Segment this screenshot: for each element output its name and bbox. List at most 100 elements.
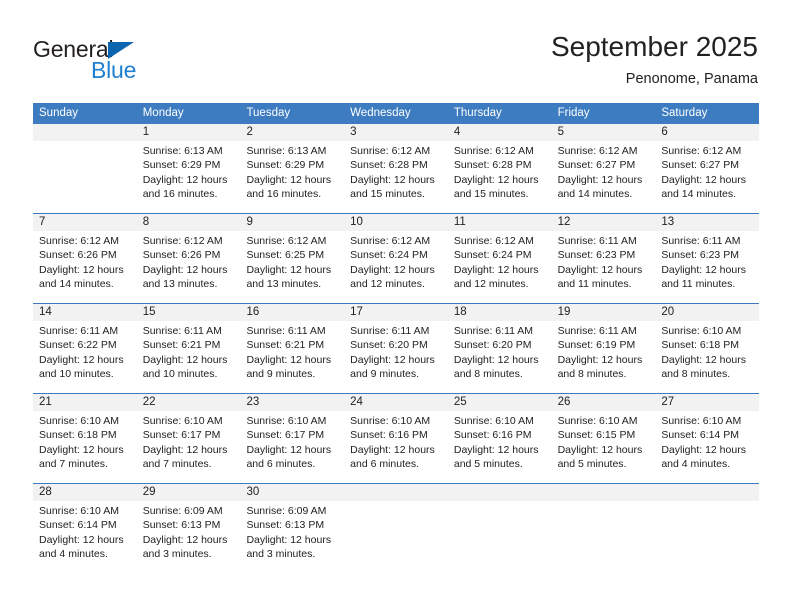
day-cell[interactable]: Sunrise: 6:10 AM Sunset: 6:14 PM Daylight:… bbox=[33, 501, 137, 573]
day-cell[interactable]: Sunrise: 6:11 AM Sunset: 6:23 PM Daylight:… bbox=[655, 231, 759, 303]
day-number[interactable]: 16 bbox=[240, 304, 344, 321]
day-number[interactable]: 26 bbox=[552, 394, 656, 411]
day-detail-line: and 14 minutes. bbox=[557, 188, 633, 201]
day-cell[interactable]: Sunrise: 6:10 AM Sunset: 6:17 PM Daylight:… bbox=[240, 411, 344, 483]
day-cell[interactable]: Sunrise: 6:11 AM Sunset: 6:19 PM Daylight:… bbox=[552, 321, 656, 393]
day-cell[interactable]: Sunrise: 6:11 AM Sunset: 6:20 PM Daylight:… bbox=[344, 321, 448, 393]
day-number[interactable]: 18 bbox=[448, 304, 552, 321]
day-detail-line: Sunrise: 6:12 AM bbox=[453, 235, 534, 247]
day-detail-line: Daylight: 12 hours bbox=[142, 173, 228, 186]
day-number[interactable]: 24 bbox=[344, 394, 448, 411]
day-detail-line: Daylight: 12 hours bbox=[142, 443, 228, 456]
day-number[interactable]: 10 bbox=[344, 214, 448, 231]
general-blue-logo[interactable]: General Blue bbox=[33, 36, 213, 86]
weekday-header-wednesday: Wednesday bbox=[350, 107, 411, 119]
day-cell[interactable]: Sunrise: 6:12 AM Sunset: 6:27 PM Daylight:… bbox=[552, 141, 656, 213]
day-detail-line: Daylight: 12 hours bbox=[557, 263, 643, 276]
day-detail-line: Daylight: 12 hours bbox=[142, 263, 228, 276]
day-cell[interactable]: Sunrise: 6:10 AM Sunset: 6:18 PM Daylight:… bbox=[655, 321, 759, 393]
logo-text-blue: Blue bbox=[91, 57, 137, 83]
day-cell[interactable]: Sunrise: 6:12 AM Sunset: 6:26 PM Daylight:… bbox=[33, 231, 137, 303]
day-number[interactable]: 25 bbox=[448, 394, 552, 411]
day-detail-line: Daylight: 12 hours bbox=[453, 443, 539, 456]
weekday-header-thursday: Thursday bbox=[453, 107, 502, 119]
day-cell[interactable]: Sunrise: 6:10 AM Sunset: 6:16 PM Daylight:… bbox=[344, 411, 448, 483]
day-detail-line: Sunset: 6:28 PM bbox=[350, 159, 428, 172]
day-detail-line: Sunrise: 6:10 AM bbox=[661, 325, 742, 337]
day-cell[interactable]: Sunrise: 6:10 AM Sunset: 6:16 PM Daylight:… bbox=[448, 411, 552, 483]
day-cell[interactable]: Sunrise: 6:12 AM Sunset: 6:28 PM Daylight:… bbox=[344, 141, 448, 213]
day-cell[interactable]: Sunrise: 6:10 AM Sunset: 6:17 PM Daylight:… bbox=[137, 411, 241, 483]
day-number[interactable]: 20 bbox=[655, 304, 759, 321]
day-cell[interactable]: Sunrise: 6:12 AM Sunset: 6:26 PM Daylight:… bbox=[137, 231, 241, 303]
day-cell[interactable]: Sunrise: 6:11 AM Sunset: 6:20 PM Daylight:… bbox=[448, 321, 552, 393]
day-cell[interactable]: Sunrise: 6:11 AM Sunset: 6:22 PM Daylight:… bbox=[33, 321, 137, 393]
day-number[interactable]: 4 bbox=[448, 124, 552, 141]
day-cell-empty bbox=[344, 501, 448, 573]
day-cell[interactable]: Sunrise: 6:10 AM Sunset: 6:15 PM Daylight:… bbox=[552, 411, 656, 483]
day-number[interactable]: 7 bbox=[33, 214, 137, 231]
day-detail-line: and 5 minutes. bbox=[453, 458, 523, 471]
day-number[interactable]: 27 bbox=[655, 394, 759, 411]
day-detail-line: Sunrise: 6:10 AM bbox=[39, 415, 119, 427]
day-number[interactable]: 9 bbox=[240, 214, 344, 231]
day-number[interactable]: 3 bbox=[344, 124, 448, 141]
week-day-numbers: 28 29 30 bbox=[33, 484, 759, 501]
day-number[interactable]: 23 bbox=[240, 394, 344, 411]
day-cell[interactable]: Sunrise: 6:10 AM Sunset: 6:18 PM Daylight:… bbox=[33, 411, 137, 483]
day-cell[interactable]: Sunrise: 6:12 AM Sunset: 6:27 PM Daylight:… bbox=[655, 141, 759, 213]
day-number[interactable]: 2 bbox=[240, 124, 344, 141]
day-number[interactable]: 8 bbox=[137, 214, 241, 231]
day-detail-line: and 6 minutes. bbox=[246, 458, 316, 471]
day-cell[interactable]: Sunrise: 6:11 AM Sunset: 6:21 PM Daylight:… bbox=[240, 321, 344, 393]
day-detail-line: Daylight: 12 hours bbox=[453, 173, 539, 186]
day-cell[interactable]: Sunrise: 6:11 AM Sunset: 6:23 PM Daylight:… bbox=[552, 231, 656, 303]
day-cell[interactable]: Sunrise: 6:12 AM Sunset: 6:24 PM Daylight:… bbox=[448, 231, 552, 303]
day-detail-line: Sunset: 6:23 PM bbox=[661, 249, 739, 262]
day-detail-line: Sunset: 6:24 PM bbox=[350, 249, 428, 262]
day-number[interactable]: 6 bbox=[655, 124, 759, 141]
day-cell[interactable]: Sunrise: 6:09 AM Sunset: 6:13 PM Daylight:… bbox=[137, 501, 241, 573]
day-cell[interactable]: Sunrise: 6:09 AM Sunset: 6:13 PM Daylight:… bbox=[240, 501, 344, 573]
day-detail-line: Daylight: 12 hours bbox=[661, 353, 746, 366]
day-detail-line: Sunrise: 6:12 AM bbox=[39, 235, 119, 247]
day-number[interactable]: 19 bbox=[552, 304, 656, 321]
day-detail-line: and 15 minutes. bbox=[350, 188, 425, 201]
day-cell-empty bbox=[552, 501, 656, 573]
day-detail-line: Sunrise: 6:11 AM bbox=[39, 325, 119, 337]
day-number[interactable]: 22 bbox=[137, 394, 241, 411]
calendar-week-row: 14 15 16 17 18 19 20 Sunrise: 6:11 AM Sunset: 6:… bbox=[33, 303, 759, 393]
day-detail-line: Sunrise: 6:11 AM bbox=[350, 325, 430, 337]
day-detail-line: Sunrise: 6:11 AM bbox=[557, 235, 637, 247]
day-cell[interactable]: Sunrise: 6:11 AM Sunset: 6:21 PM Daylight:… bbox=[137, 321, 241, 393]
day-cell[interactable]: Sunrise: 6:10 AM Sunset: 6:14 PM Daylight:… bbox=[655, 411, 759, 483]
day-detail-line: Sunset: 6:15 PM bbox=[557, 429, 636, 442]
day-cell[interactable]: Sunrise: 6:12 AM Sunset: 6:28 PM Daylight:… bbox=[448, 141, 552, 213]
day-number[interactable]: 29 bbox=[137, 484, 241, 501]
day-detail-line: Sunrise: 6:10 AM bbox=[142, 415, 223, 427]
day-number[interactable]: 30 bbox=[240, 484, 344, 501]
day-cell[interactable]: Sunrise: 6:12 AM Sunset: 6:24 PM Daylight:… bbox=[344, 231, 448, 303]
day-cell[interactable]: Sunrise: 6:13 AM Sunset: 6:29 PM Daylight:… bbox=[137, 141, 241, 213]
day-detail-line: Sunrise: 6:10 AM bbox=[453, 415, 534, 427]
page-header: General Blue September 2025 Penonome, Pa… bbox=[0, 0, 792, 103]
day-detail-line: and 6 minutes. bbox=[350, 458, 420, 471]
day-detail-line: and 8 minutes. bbox=[453, 368, 523, 381]
day-detail-line: Sunset: 6:27 PM bbox=[557, 159, 636, 172]
day-cell[interactable]: Sunrise: 6:13 AM Sunset: 6:29 PM Daylight:… bbox=[240, 141, 344, 213]
day-number[interactable]: 1 bbox=[137, 124, 241, 141]
day-detail-line: and 11 minutes. bbox=[661, 278, 736, 291]
day-number[interactable]: 28 bbox=[33, 484, 137, 501]
day-number[interactable]: 13 bbox=[655, 214, 759, 231]
day-detail-line: Sunset: 6:28 PM bbox=[453, 159, 532, 172]
day-detail-line: Sunrise: 6:12 AM bbox=[350, 145, 431, 157]
day-number[interactable]: 15 bbox=[137, 304, 241, 321]
day-number[interactable]: 14 bbox=[33, 304, 137, 321]
day-number[interactable]: 5 bbox=[552, 124, 656, 141]
day-number[interactable]: 11 bbox=[448, 214, 552, 231]
day-number[interactable]: 21 bbox=[33, 394, 137, 411]
day-number[interactable]: 12 bbox=[552, 214, 656, 231]
day-number[interactable]: 17 bbox=[344, 304, 448, 321]
week-day-numbers: 21 22 23 24 25 26 27 bbox=[33, 394, 759, 411]
day-cell[interactable]: Sunrise: 6:12 AM Sunset: 6:25 PM Daylight:… bbox=[240, 231, 344, 303]
